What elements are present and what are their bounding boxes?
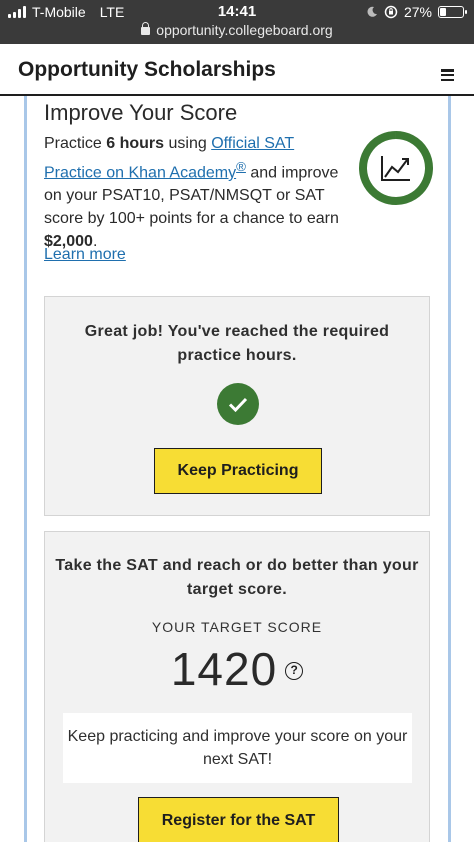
section-title: Improve Your Score (44, 100, 238, 125)
battery-percent: 27% (403, 4, 432, 20)
rotation-lock-icon (384, 5, 398, 19)
register-sat-button[interactable]: Register for the SAT (138, 797, 339, 842)
moon-icon (367, 6, 377, 17)
target-score-row: 1420? (45, 642, 429, 696)
registered-mark: ® (236, 159, 246, 174)
target-score-label: YOUR TARGET SCORE (151, 619, 323, 635)
battery-icon (438, 6, 467, 18)
intro-text-part: Practice (44, 135, 107, 152)
sat-card-heading: Take the SAT and reach or do better than… (55, 557, 419, 598)
battery-fill (440, 8, 446, 16)
main-content: Improve Your Score Practice 6 hours usin… (24, 96, 451, 842)
practice-card-heading: Great job! You've reached the required p… (84, 323, 390, 364)
practice-hours-card: Great job! You've reached the required p… (44, 296, 430, 516)
status-right: 27% (366, 4, 467, 20)
trending-up-chart-icon (381, 156, 410, 181)
page-title: Opportunity Scholarships (18, 58, 276, 81)
sat-note: Keep practicing and improve your score o… (63, 713, 412, 783)
app-header: Opportunity Scholarships (0, 44, 474, 96)
url-text: opportunity.collegeboard.org (156, 22, 333, 38)
sat-target-card: Take the SAT and reach or do better than… (44, 531, 430, 842)
target-score: 1420 (170, 643, 278, 695)
keep-practicing-button[interactable]: Keep Practicing (154, 448, 322, 494)
url-bar[interactable]: opportunity.collegeboard.org (0, 22, 474, 38)
intro-text-part: using (164, 135, 212, 152)
practice-hours: 6 hours (106, 135, 165, 152)
learn-more-link[interactable]: Learn more (44, 246, 126, 264)
status-bar: T-Mobile LTE 14:41 27% opportunity.colle… (0, 0, 474, 44)
checkmark-icon (217, 383, 259, 425)
lock-icon (141, 22, 151, 35)
intro-text: Practice 6 hours using Official SAT Prac… (44, 132, 349, 253)
help-icon[interactable]: ? (285, 662, 304, 680)
hamburger-menu-icon[interactable] (441, 69, 454, 81)
practice-progress-ring (359, 131, 433, 205)
